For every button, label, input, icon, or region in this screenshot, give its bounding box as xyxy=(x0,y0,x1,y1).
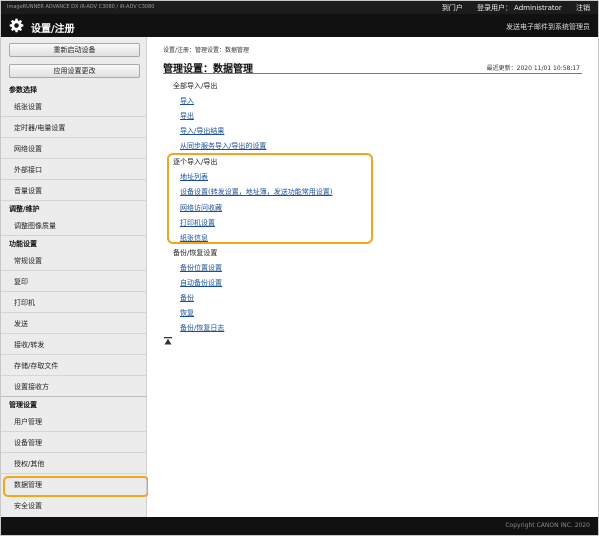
sidebar-item-common[interactable]: 常规设置 xyxy=(1,251,147,271)
sidebar-item-volume[interactable]: 音量设置 xyxy=(1,181,147,201)
last-updated: 最近更新：2020 11/01 10:58:17 xyxy=(486,65,580,72)
logout-link[interactable]: 注销 xyxy=(576,4,590,12)
sidebar-item-copy[interactable]: 复印 xyxy=(1,272,147,292)
sidebar-item-device-management[interactable]: 设备管理 xyxy=(1,433,147,453)
link-backup-location[interactable]: 备份位置设置 xyxy=(180,263,222,273)
user-area: 到门户 登录用户： Administrator 注销 xyxy=(430,3,590,13)
link-auto-backup[interactable]: 自动备份设置 xyxy=(180,278,222,288)
sidebar: 重新启动设备 应用设置更改 参数选择 纸张设置 定时器/电量设置 网络设置 外部… xyxy=(1,37,147,517)
gear-icon xyxy=(9,18,24,33)
back-to-top-icon[interactable] xyxy=(164,337,172,345)
sidebar-section-preferences: 参数选择 xyxy=(9,86,37,94)
link-import[interactable]: 导入 xyxy=(180,96,194,106)
link-export[interactable]: 导出 xyxy=(180,111,194,121)
link-sync-service-settings[interactable]: 从同步服务导入/导出的设置 xyxy=(180,141,266,151)
sidebar-item-destination[interactable]: 设置接收方 xyxy=(1,377,147,397)
sidebar-section-management: 管理设置 xyxy=(9,401,37,409)
login-user: Administrator xyxy=(514,4,562,12)
sidebar-item-user-management[interactable]: 用户管理 xyxy=(1,412,147,432)
main-content: 设置/注册：管理设置：数据管理 管理设置：数据管理 最近更新：2020 11/0… xyxy=(148,37,598,517)
highlight-box xyxy=(167,153,373,244)
link-restore[interactable]: 恢复 xyxy=(180,308,194,318)
link-import-export-result[interactable]: 导入/导出结果 xyxy=(180,126,224,136)
sidebar-item-printer[interactable]: 打印机 xyxy=(1,293,147,313)
restart-device-button[interactable]: 重新启动设备 xyxy=(9,43,140,57)
group-backup-restore: 备份/恢复设置 xyxy=(173,249,218,257)
sidebar-item-license-other[interactable]: 授权/其他 xyxy=(1,454,147,474)
app-header: 设置/注册 发送电子邮件到系统管理员 xyxy=(1,14,598,37)
link-backup[interactable]: 备份 xyxy=(180,293,194,303)
device-info: ImageRUNNER ADVANCE DX iR-ADV C3080 / iR… xyxy=(7,4,155,10)
sidebar-item-image-quality[interactable]: 调整图像质量 xyxy=(1,216,147,236)
sidebar-item-send[interactable]: 发送 xyxy=(1,314,147,334)
title-divider xyxy=(163,73,582,74)
sidebar-item-network[interactable]: 网络设置 xyxy=(1,139,147,159)
page-app-title: 设置/注册 xyxy=(31,24,75,35)
copyright: Copyright CANON INC. 2020 xyxy=(505,522,590,529)
footer: Copyright CANON INC. 2020 xyxy=(1,517,598,535)
login-label: 登录用户： Administrator xyxy=(477,4,562,12)
link-backup-restore-log[interactable]: 备份/恢复日志 xyxy=(180,323,224,333)
sidebar-item-receive-forward[interactable]: 接收/转发 xyxy=(1,335,147,355)
breadcrumb: 设置/注册：管理设置：数据管理 xyxy=(163,47,250,54)
apply-settings-button[interactable]: 应用设置更改 xyxy=(9,64,140,78)
email-admin-link[interactable]: 发送电子邮件到系统管理员 xyxy=(506,22,590,32)
sidebar-item-security[interactable]: 安全设置 xyxy=(1,496,147,516)
sidebar-item-external-interface[interactable]: 外部接口 xyxy=(1,160,147,180)
sidebar-item-store-access[interactable]: 存储/存取文件 xyxy=(1,356,147,376)
sidebar-item-paper[interactable]: 纸张设置 xyxy=(1,97,147,117)
sidebar-section-functions: 功能设置 xyxy=(9,240,37,248)
sidebar-item-timer-energy[interactable]: 定时器/电量设置 xyxy=(1,118,147,138)
portal-link[interactable]: 到门户 xyxy=(442,4,463,12)
sidebar-section-adjust: 调整/维护 xyxy=(9,205,40,213)
group-import-export-all: 全部导入/导出 xyxy=(173,82,218,90)
sidebar-highlight-box xyxy=(3,476,149,497)
top-status-bar: ImageRUNNER ADVANCE DX iR-ADV C3080 / iR… xyxy=(1,1,598,14)
